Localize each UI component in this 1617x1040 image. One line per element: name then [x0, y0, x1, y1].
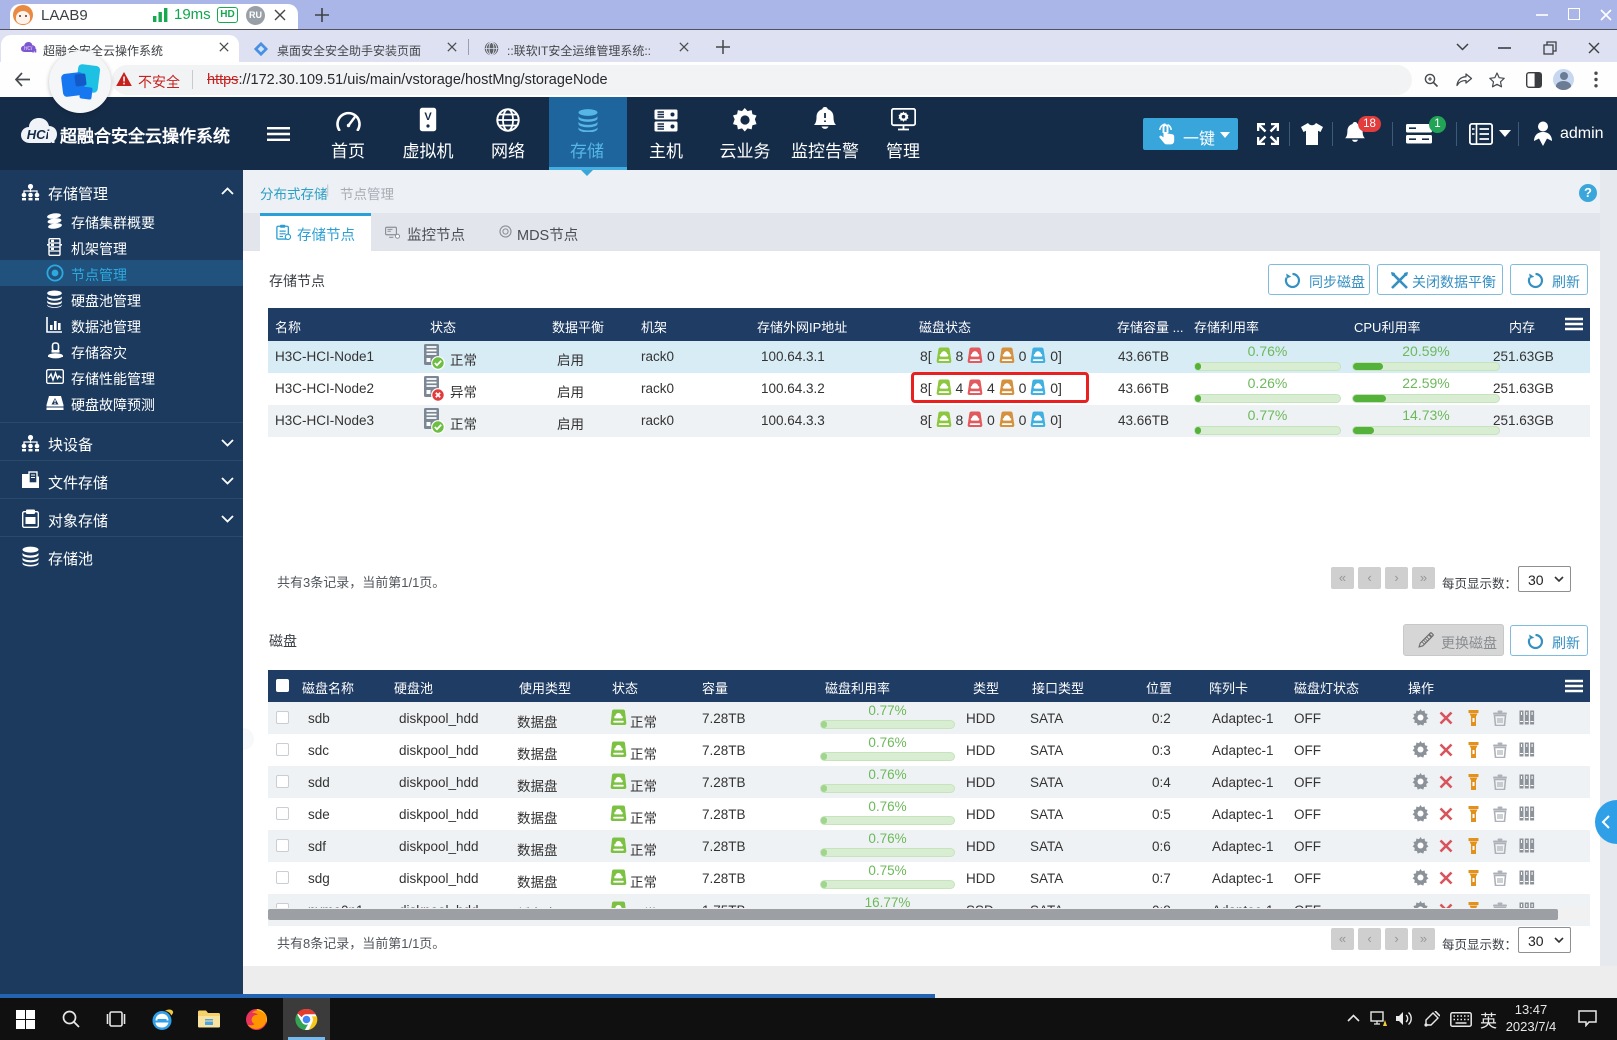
svg-text:HCi: HCi [27, 127, 50, 142]
svg-text:V: V [424, 111, 432, 123]
svg-text:HCi: HCi [24, 46, 33, 52]
